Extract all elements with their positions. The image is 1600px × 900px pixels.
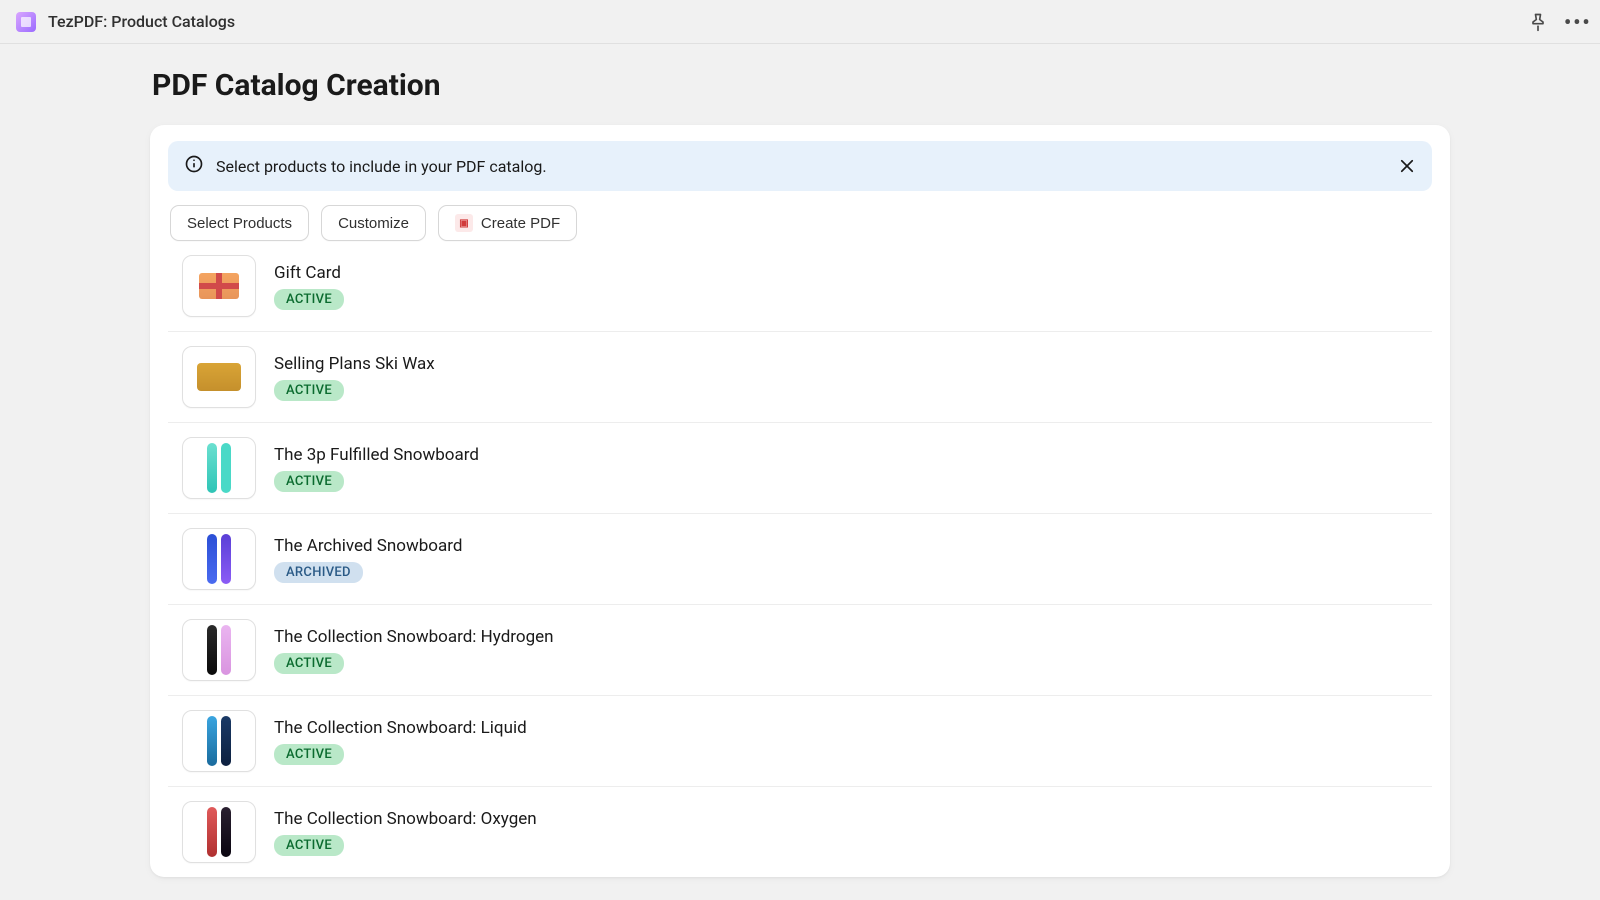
status-badge: ACTIVE <box>274 744 344 765</box>
product-name: The Archived Snowboard <box>274 536 462 556</box>
more-icon[interactable]: ••• <box>1564 12 1584 32</box>
page-title: PDF Catalog Creation <box>152 68 1450 103</box>
toolbar: Select Products Customize ▣ Create PDF <box>168 205 1432 241</box>
status-badge: ARCHIVED <box>274 562 363 583</box>
product-info: The 3p Fulfilled Snowboard ACTIVE <box>274 445 479 492</box>
list-item[interactable]: The 3p Fulfilled Snowboard ACTIVE <box>168 423 1432 514</box>
banner-text: Select products to include in your PDF c… <box>216 157 547 176</box>
info-banner: Select products to include in your PDF c… <box>168 141 1432 191</box>
product-info: The Collection Snowboard: Hydrogen ACTIV… <box>274 627 554 674</box>
list-item[interactable]: Selling Plans Ski Wax ACTIVE <box>168 332 1432 423</box>
main-card: Select products to include in your PDF c… <box>150 125 1450 877</box>
top-bar-left: TezPDF: Product Catalogs <box>16 12 235 32</box>
top-bar: TezPDF: Product Catalogs ••• <box>0 0 1600 44</box>
status-badge: ACTIVE <box>274 835 344 856</box>
product-thumbnail <box>182 528 256 590</box>
product-name: Selling Plans Ski Wax <box>274 354 435 374</box>
select-products-label: Select Products <box>187 215 292 232</box>
product-info: The Collection Snowboard: Oxygen ACTIVE <box>274 809 537 856</box>
close-icon[interactable] <box>1398 157 1416 175</box>
product-name: The Collection Snowboard: Oxygen <box>274 809 537 829</box>
product-thumbnail <box>182 346 256 408</box>
pdf-icon: ▣ <box>455 214 473 232</box>
product-thumbnail <box>182 801 256 863</box>
product-thumbnail <box>182 710 256 772</box>
app-title: TezPDF: Product Catalogs <box>48 12 235 31</box>
product-thumbnail <box>182 619 256 681</box>
list-item[interactable]: The Collection Snowboard: Liquid ACTIVE <box>168 696 1432 787</box>
customize-label: Customize <box>338 215 409 232</box>
customize-button[interactable]: Customize <box>321 205 426 241</box>
product-name: Gift Card <box>274 263 344 283</box>
status-badge: ACTIVE <box>274 471 344 492</box>
select-products-button[interactable]: Select Products <box>170 205 309 241</box>
list-item[interactable]: The Collection Snowboard: Hydrogen ACTIV… <box>168 605 1432 696</box>
pin-icon[interactable] <box>1528 12 1548 32</box>
product-thumbnail <box>182 437 256 499</box>
product-info: The Archived Snowboard ARCHIVED <box>274 536 462 583</box>
product-thumbnail <box>182 255 256 317</box>
product-name: The Collection Snowboard: Liquid <box>274 718 527 738</box>
create-pdf-button[interactable]: ▣ Create PDF <box>438 205 577 241</box>
status-badge: ACTIVE <box>274 653 344 674</box>
product-name: The Collection Snowboard: Hydrogen <box>274 627 554 647</box>
top-bar-right: ••• <box>1528 12 1584 32</box>
product-info: Gift Card ACTIVE <box>274 263 344 310</box>
app-icon <box>16 12 36 32</box>
product-name: The 3p Fulfilled Snowboard <box>274 445 479 465</box>
page: PDF Catalog Creation Select products to … <box>0 44 1600 877</box>
product-list: Gift Card ACTIVE Selling Plans Ski Wax A… <box>168 255 1432 877</box>
list-item[interactable]: The Archived Snowboard ARCHIVED <box>168 514 1432 605</box>
status-badge: ACTIVE <box>274 380 344 401</box>
status-badge: ACTIVE <box>274 289 344 310</box>
product-info: The Collection Snowboard: Liquid ACTIVE <box>274 718 527 765</box>
product-info: Selling Plans Ski Wax ACTIVE <box>274 354 435 401</box>
list-item[interactable]: The Collection Snowboard: Oxygen ACTIVE <box>168 787 1432 877</box>
info-icon <box>184 154 204 178</box>
create-pdf-label: Create PDF <box>481 215 560 232</box>
list-item[interactable]: Gift Card ACTIVE <box>168 255 1432 332</box>
